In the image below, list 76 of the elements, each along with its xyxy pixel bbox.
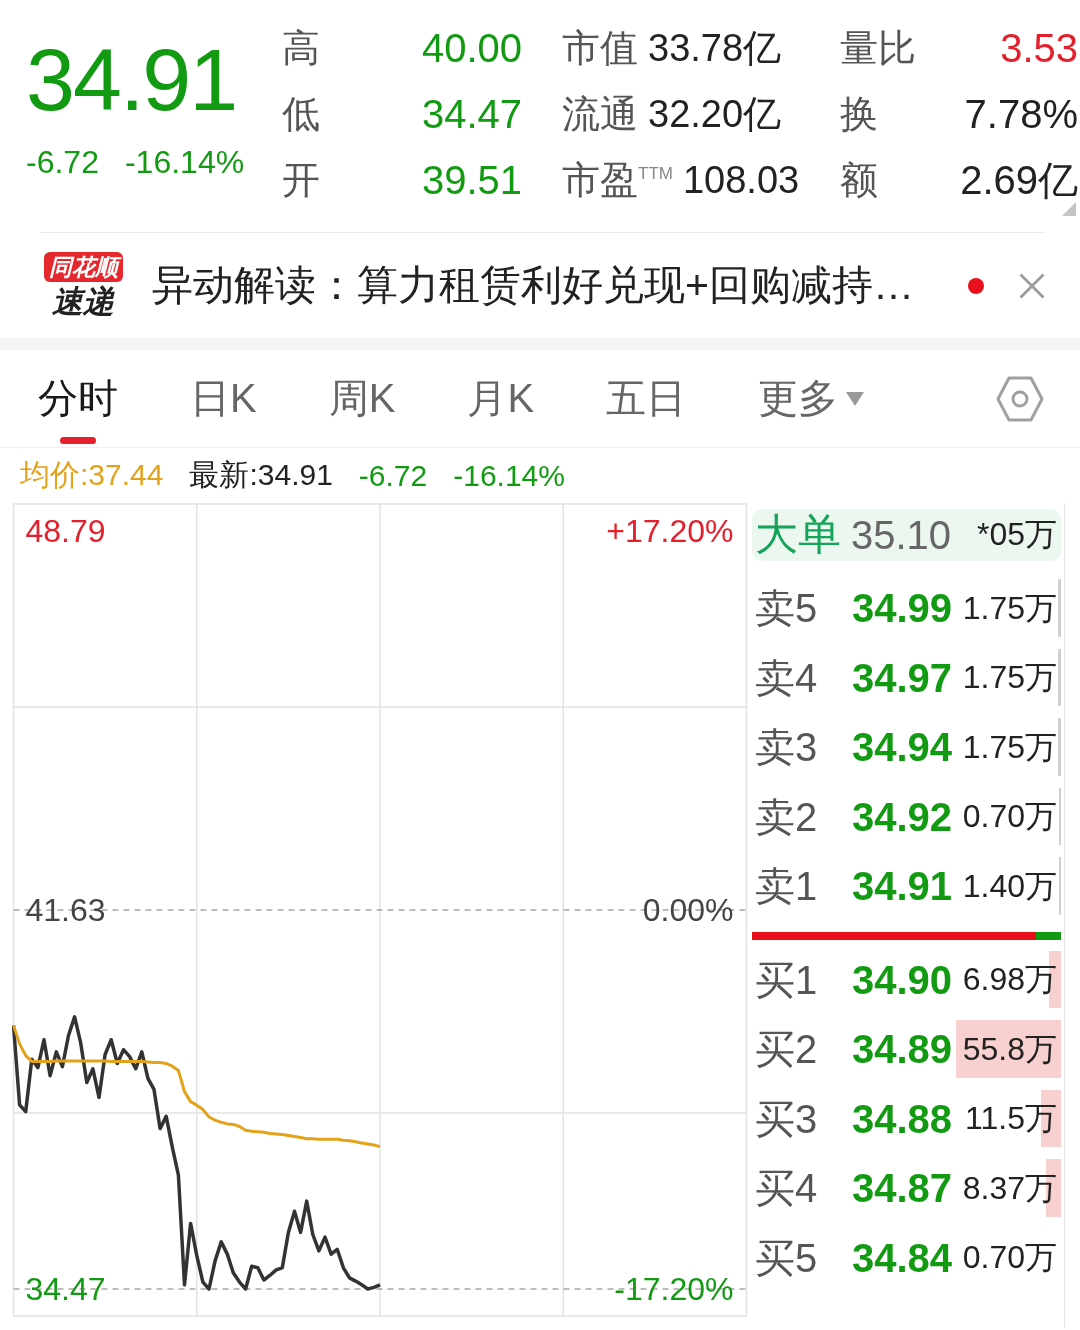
corner-triangle-icon — [1062, 202, 1076, 216]
percent-axis-label: 0.00% — [642, 892, 734, 928]
stat-value: 3.53 — [1000, 25, 1078, 71]
order-level-label: 卖1 — [755, 863, 818, 911]
order-level-label: 卖5 — [755, 585, 818, 633]
order-level-label: 买3 — [755, 1095, 818, 1143]
order-volume: 11.5万 — [965, 1099, 1058, 1139]
stat-label: 市盈$^{TTM}$ — [562, 157, 673, 203]
chart-tab[interactable]: 分时 — [38, 350, 118, 447]
order-price: 34.92 — [852, 794, 953, 840]
order-volume: 1.40万 — [962, 866, 1058, 906]
price-axis-label: 41.63 — [25, 892, 106, 928]
big-order-volume: *05万 — [976, 515, 1057, 554]
stat-label: 高 — [282, 25, 320, 71]
order-level-label: 卖4 — [755, 654, 818, 702]
stat-label: 流通 — [562, 91, 638, 137]
order-price: 34.88 — [852, 1096, 953, 1142]
percent-axis-label: +17.20% — [606, 513, 734, 549]
order-level-label: 卖3 — [755, 724, 818, 772]
big-order-price: 35.10 — [851, 512, 952, 558]
stat-label: 额 — [840, 157, 878, 203]
stat-value: 7.78% — [964, 91, 1078, 137]
order-price: 34.94 — [852, 725, 953, 771]
order-volume: 1.75万 — [962, 658, 1058, 698]
order-level-label: 买2 — [755, 1026, 818, 1074]
stat-value: 33.78亿 — [648, 25, 782, 71]
order-level-label: 买5 — [755, 1234, 818, 1282]
order-price: 34.89 — [852, 1027, 953, 1073]
percent-change: -16.14% — [453, 458, 565, 493]
chart-tab[interactable]: 月K — [467, 350, 535, 447]
news-headline[interactable]: 异动解读：算力租赁利好兑现+回购减持… — [152, 258, 914, 313]
stat-label: 开 — [282, 157, 320, 203]
price-axis-label: 34.47 — [25, 1271, 106, 1307]
order-price: 34.84 — [852, 1235, 953, 1281]
close-icon[interactable] — [1019, 272, 1045, 299]
order-price: 34.97 — [852, 655, 953, 701]
latest-price-text: 最新:34.91 — [189, 457, 333, 493]
order-volume: 0.70万 — [962, 797, 1058, 837]
news-source-label: 速递 — [52, 285, 114, 319]
last-price: 34.91 — [26, 36, 237, 124]
order-price: 34.90 — [852, 957, 953, 1003]
stat-value: 40.00 — [421, 25, 522, 71]
settings-icon[interactable] — [996, 374, 1044, 423]
price-axis-label: 48.79 — [25, 513, 106, 549]
order-level-label: 卖2 — [755, 793, 818, 841]
big-order-label: 大单 — [755, 509, 841, 560]
order-volume: 0.70万 — [962, 1238, 1058, 1278]
stat-label: 量比 — [840, 25, 916, 71]
order-volume: 8.37万 — [962, 1168, 1058, 1208]
order-level-label: 买1 — [755, 956, 818, 1004]
order-volume: 6.98万 — [962, 960, 1058, 1000]
stat-value: 108.03 — [682, 158, 800, 202]
stat-value: 2.69亿 — [960, 156, 1078, 204]
order-volume: 1.75万 — [962, 588, 1058, 628]
stat-value: 39.51 — [421, 157, 522, 203]
price-change: -6.72 — [26, 144, 99, 180]
chart-tab[interactable]: 更多 — [758, 350, 865, 447]
order-price: 34.99 — [852, 586, 953, 632]
percent-change: -16.14% — [124, 144, 245, 180]
stat-value: 32.20亿 — [648, 91, 782, 137]
order-price: 34.91 — [852, 864, 953, 910]
news-source-badge: 同花顺 — [43, 252, 123, 282]
order-volume: 1.75万 — [962, 727, 1058, 767]
average-price-text: 均价:37.44 — [20, 457, 164, 493]
price-change: -6.72 — [358, 458, 428, 493]
order-volume: 55.8万 — [962, 1029, 1058, 1069]
percent-axis-label: -17.20% — [614, 1271, 734, 1307]
chart-tab[interactable]: 五日 — [606, 350, 687, 447]
order-level-label: 买4 — [755, 1165, 818, 1213]
order-price: 34.87 — [852, 1166, 953, 1212]
stat-label: 市值 — [562, 25, 638, 71]
stat-value: 34.47 — [421, 91, 522, 137]
chart-tab[interactable]: 日K — [190, 350, 257, 447]
stat-label: 低 — [282, 91, 320, 137]
chart-tab[interactable]: 周K — [328, 350, 396, 447]
stat-label: 换 — [840, 91, 878, 137]
